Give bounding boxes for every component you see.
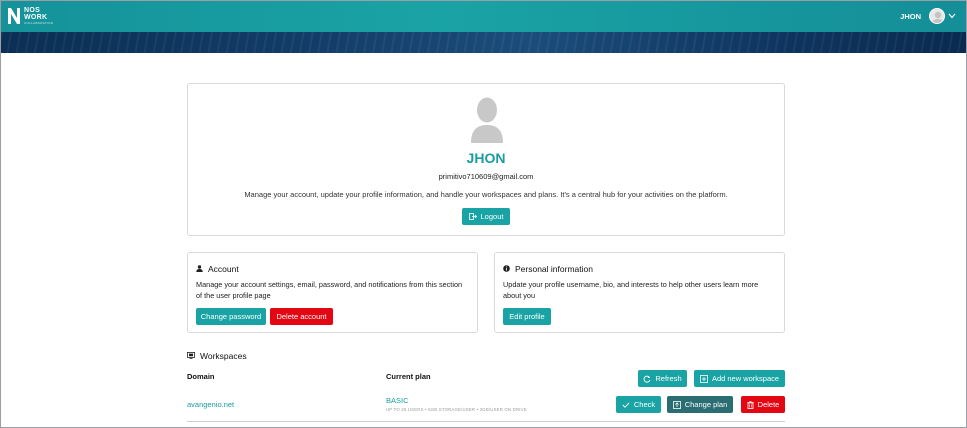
row-divider bbox=[187, 421, 785, 422]
logo-n-icon bbox=[7, 7, 21, 25]
profile-description: Manage your account, update your profile… bbox=[244, 190, 728, 199]
plus-square-icon bbox=[700, 374, 708, 383]
refresh-label: Refresh bbox=[655, 374, 682, 383]
change-password-label: Change password bbox=[200, 312, 262, 321]
add-workspace-label: Add new workspace bbox=[711, 374, 780, 383]
header-banner bbox=[1, 32, 966, 53]
personal-info-card: Personal information Update your profile… bbox=[494, 252, 785, 333]
trash-icon bbox=[746, 400, 754, 409]
top-navbar: NOS WORK COLLABORATION JHON bbox=[1, 1, 966, 32]
account-description: Manage your account settings, email, pas… bbox=[196, 280, 463, 300]
logo-line2: WORK bbox=[24, 14, 48, 21]
change-plan-button[interactable]: Change plan bbox=[667, 396, 733, 413]
account-title-label: Account bbox=[208, 264, 239, 274]
info-icon bbox=[503, 264, 510, 274]
edit-profile-label: Edit profile bbox=[509, 312, 545, 321]
personal-info-title-label: Personal information bbox=[515, 264, 593, 274]
chevron-down-icon[interactable] bbox=[948, 12, 956, 21]
logo-tagline: COLLABORATION bbox=[24, 21, 54, 25]
change-password-button[interactable]: Change password bbox=[196, 308, 266, 325]
add-workspace-button[interactable]: Add new workspace bbox=[694, 370, 785, 387]
header-avatar[interactable] bbox=[929, 8, 945, 24]
user-menu[interactable]: JHON bbox=[900, 8, 956, 24]
workspace-plan-details: UP TO 25 USERS • 6GB STORAGE/USER • 3GB/… bbox=[386, 407, 527, 412]
profile-name: JHON bbox=[466, 150, 506, 166]
refresh-icon bbox=[643, 375, 651, 383]
logo-text: NOS WORK COLLABORATION bbox=[24, 7, 53, 25]
logout-button[interactable]: Logout bbox=[462, 208, 510, 225]
header-user-name: JHON bbox=[900, 11, 921, 21]
workspace-icon bbox=[187, 351, 195, 361]
column-header-domain: Domain bbox=[187, 372, 215, 381]
column-header-current-plan: Current plan bbox=[386, 372, 431, 381]
upload-square-icon bbox=[672, 400, 681, 409]
logout-label: Logout bbox=[480, 212, 504, 221]
edit-profile-button[interactable]: Edit profile bbox=[503, 308, 551, 325]
workspace-domain-link[interactable]: avangenio.net bbox=[187, 400, 234, 409]
profile-email: primitivo710609@gmail.com bbox=[438, 172, 534, 181]
nos-work-logo[interactable]: NOS WORK COLLABORATION bbox=[7, 7, 53, 25]
personal-info-title: Personal information bbox=[503, 264, 593, 274]
user-icon bbox=[196, 264, 203, 274]
workspace-plan-name: BASIC bbox=[386, 396, 409, 405]
logout-icon bbox=[468, 213, 477, 220]
refresh-button[interactable]: Refresh bbox=[638, 370, 687, 387]
account-title: Account bbox=[196, 264, 239, 274]
delete-workspace-button[interactable]: Delete bbox=[741, 396, 785, 413]
profile-avatar bbox=[471, 97, 503, 143]
workspaces-title-label: Workspaces bbox=[200, 351, 247, 361]
delete-account-button[interactable]: Delete account bbox=[270, 308, 333, 325]
check-button[interactable]: Check bbox=[616, 396, 661, 413]
change-plan-label: Change plan bbox=[684, 400, 728, 409]
delete-workspace-label: Delete bbox=[757, 400, 780, 409]
app-window: NOS WORK COLLABORATION JHON JHON primiti… bbox=[0, 0, 967, 428]
logo-line1: NOS bbox=[24, 7, 41, 14]
account-card: Account Manage your account settings, em… bbox=[187, 252, 478, 333]
workspaces-title: Workspaces bbox=[187, 351, 247, 361]
profile-card: JHON primitivo710609@gmail.com Manage yo… bbox=[187, 83, 785, 236]
check-icon bbox=[622, 401, 630, 408]
delete-account-label: Delete account bbox=[276, 312, 327, 321]
personal-info-description: Update your profile username, bio, and i… bbox=[503, 280, 759, 300]
check-label: Check bbox=[633, 400, 656, 409]
